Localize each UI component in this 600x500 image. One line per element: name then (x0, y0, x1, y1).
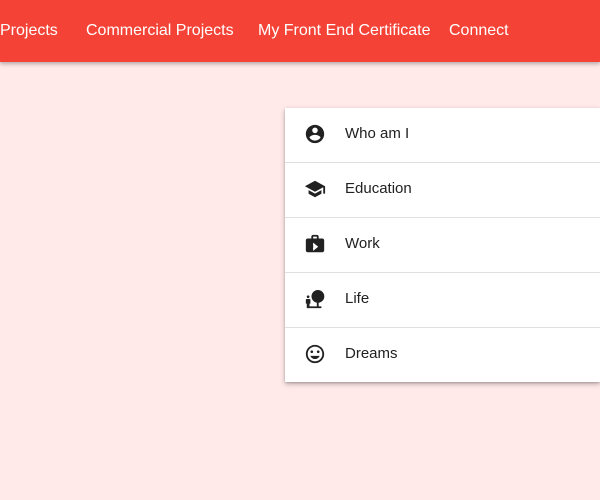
nav-link-front-end-certificate[interactable]: My Front End Certificate (258, 21, 431, 41)
menu-item-life[interactable]: Life (285, 273, 600, 328)
top-toolbar: Projects Commercial Projects My Front En… (0, 0, 600, 62)
nav-link-projects[interactable]: Projects (0, 21, 58, 41)
menu-item-label: Education (345, 180, 412, 197)
smiley-face-icon (304, 343, 326, 365)
about-dropdown-menu: Who am I Education Work Life Dreams (285, 108, 600, 382)
nav-link-connect[interactable]: Connect (449, 21, 509, 41)
menu-item-label: Dreams (345, 345, 398, 362)
nav-link-commercial-projects[interactable]: Commercial Projects (86, 21, 234, 41)
school-icon (304, 178, 326, 200)
account-circle-icon (304, 123, 326, 145)
menu-item-who-am-i[interactable]: Who am I (285, 108, 600, 163)
menu-item-dreams[interactable]: Dreams (285, 328, 600, 382)
menu-item-label: Who am I (345, 125, 410, 142)
menu-item-label: Work (345, 235, 380, 252)
nature-people-icon (304, 288, 326, 310)
menu-item-education[interactable]: Education (285, 163, 600, 218)
briefcase-icon (304, 233, 326, 255)
menu-item-work[interactable]: Work (285, 218, 600, 273)
menu-item-label: Life (345, 290, 370, 307)
